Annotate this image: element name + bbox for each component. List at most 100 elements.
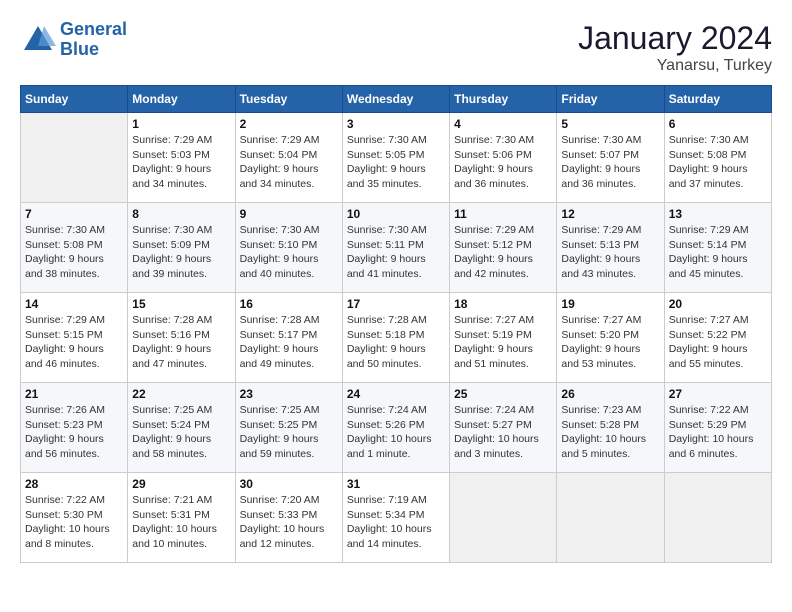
header-row: SundayMondayTuesdayWednesdayThursdayFrid… <box>21 86 772 113</box>
calendar-table: SundayMondayTuesdayWednesdayThursdayFrid… <box>20 85 772 563</box>
day-number: 31 <box>347 477 445 491</box>
day-number: 4 <box>454 117 552 131</box>
day-number: 14 <box>25 297 123 311</box>
weekday-header: Friday <box>557 86 664 113</box>
day-number: 6 <box>669 117 767 131</box>
calendar-cell: 6Sunrise: 7:30 AMSunset: 5:08 PMDaylight… <box>664 113 771 203</box>
day-info: Sunrise: 7:19 AMSunset: 5:34 PMDaylight:… <box>347 493 445 552</box>
day-number: 10 <box>347 207 445 221</box>
day-info: Sunrise: 7:30 AMSunset: 5:06 PMDaylight:… <box>454 133 552 192</box>
day-number: 22 <box>132 387 230 401</box>
weekday-header: Tuesday <box>235 86 342 113</box>
calendar-cell: 22 Sunrise: 7:25 AMSunset: 5:24 PMDayligh… <box>128 383 235 473</box>
calendar-cell: 2 Sunrise: 7:29 AMSunset: 5:04 PMDaylight… <box>235 113 342 203</box>
logo-icon <box>20 22 56 58</box>
calendar-week-row: 14 Sunrise: 7:29 AMSunset: 5:15 PMDayligh… <box>21 293 772 383</box>
day-info: Sunrise: 7:26 AMSunset: 5:23 PMDaylight:… <box>25 403 123 462</box>
day-info: Sunrise: 7:24 AMSunset: 5:27 PMDaylight:… <box>454 403 552 462</box>
calendar-cell <box>450 473 557 563</box>
calendar-cell: 25 Sunrise: 7:24 AMSunset: 5:27 PMDayligh… <box>450 383 557 473</box>
day-info: Sunrise: 7:29 AMSunset: 5:12 PMDaylight:… <box>454 223 552 282</box>
day-info: Sunrise: 7:28 AMSunset: 5:16 PMDaylight:… <box>132 313 230 372</box>
day-number: 8 <box>132 207 230 221</box>
day-info: Sunrise: 7:27 AMSunset: 5:19 PMDaylight:… <box>454 313 552 372</box>
day-info: Sunrise: 7:30 AMSunset: 5:10 PMDaylight:… <box>240 223 338 282</box>
calendar-cell: 4 Sunrise: 7:30 AMSunset: 5:06 PMDaylight… <box>450 113 557 203</box>
calendar-cell: 11 Sunrise: 7:29 AMSunset: 5:12 PMDayligh… <box>450 203 557 293</box>
weekday-header: Monday <box>128 86 235 113</box>
day-info: Sunrise: 7:23 AMSunset: 5:28 PMDaylight:… <box>561 403 659 462</box>
day-number: 20 <box>669 297 767 311</box>
day-number: 13 <box>669 207 767 221</box>
day-number: 27 <box>669 387 767 401</box>
weekday-header: Sunday <box>21 86 128 113</box>
day-number: 29 <box>132 477 230 491</box>
calendar-cell: 3 Sunrise: 7:30 AMSunset: 5:05 PMDaylight… <box>342 113 449 203</box>
day-number: 26 <box>561 387 659 401</box>
logo: General Blue <box>20 20 127 60</box>
calendar-week-row: 28 Sunrise: 7:22 AMSunset: 5:30 PMDayligh… <box>21 473 772 563</box>
day-number: 16 <box>240 297 338 311</box>
day-info: Sunrise: 7:29 AMSunset: 5:04 PMDaylight:… <box>240 133 338 192</box>
calendar-cell: 17Sunrise: 7:28 AMSunset: 5:18 PMDayligh… <box>342 293 449 383</box>
calendar-cell: 18 Sunrise: 7:27 AMSunset: 5:19 PMDayligh… <box>450 293 557 383</box>
calendar-week-row: 7Sunrise: 7:30 AMSunset: 5:08 PMDaylight… <box>21 203 772 293</box>
day-info: Sunrise: 7:21 AMSunset: 5:31 PMDaylight:… <box>132 493 230 552</box>
day-number: 18 <box>454 297 552 311</box>
day-info: Sunrise: 7:28 AMSunset: 5:17 PMDaylight:… <box>240 313 338 372</box>
day-number: 28 <box>25 477 123 491</box>
day-info: Sunrise: 7:29 AMSunset: 5:13 PMDaylight:… <box>561 223 659 282</box>
calendar-cell: 7Sunrise: 7:30 AMSunset: 5:08 PMDaylight… <box>21 203 128 293</box>
day-info: Sunrise: 7:27 AMSunset: 5:20 PMDaylight:… <box>561 313 659 372</box>
calendar-cell: 16 Sunrise: 7:28 AMSunset: 5:17 PMDayligh… <box>235 293 342 383</box>
day-info: Sunrise: 7:30 AMSunset: 5:07 PMDaylight:… <box>561 133 659 192</box>
day-number: 25 <box>454 387 552 401</box>
calendar-cell: 20Sunrise: 7:27 AMSunset: 5:22 PMDayligh… <box>664 293 771 383</box>
day-info: Sunrise: 7:30 AMSunset: 5:09 PMDaylight:… <box>132 223 230 282</box>
day-number: 11 <box>454 207 552 221</box>
day-info: Sunrise: 7:30 AMSunset: 5:05 PMDaylight:… <box>347 133 445 192</box>
calendar-cell: 23Sunrise: 7:25 AMSunset: 5:25 PMDayligh… <box>235 383 342 473</box>
calendar-cell: 5 Sunrise: 7:30 AMSunset: 5:07 PMDaylight… <box>557 113 664 203</box>
calendar-cell: 10 Sunrise: 7:30 AMSunset: 5:11 PMDayligh… <box>342 203 449 293</box>
calendar-cell: 12Sunrise: 7:29 AMSunset: 5:13 PMDayligh… <box>557 203 664 293</box>
calendar-cell <box>664 473 771 563</box>
weekday-header: Thursday <box>450 86 557 113</box>
weekday-header: Saturday <box>664 86 771 113</box>
day-number: 2 <box>240 117 338 131</box>
day-info: Sunrise: 7:24 AMSunset: 5:26 PMDaylight:… <box>347 403 445 462</box>
day-number: 5 <box>561 117 659 131</box>
calendar-cell: 30Sunrise: 7:20 AMSunset: 5:33 PMDayligh… <box>235 473 342 563</box>
day-number: 9 <box>240 207 338 221</box>
day-number: 1 <box>132 117 230 131</box>
day-info: Sunrise: 7:22 AMSunset: 5:30 PMDaylight:… <box>25 493 123 552</box>
day-info: Sunrise: 7:30 AMSunset: 5:11 PMDaylight:… <box>347 223 445 282</box>
calendar-week-row: 21 Sunrise: 7:26 AMSunset: 5:23 PMDayligh… <box>21 383 772 473</box>
logo-text: General Blue <box>60 20 127 60</box>
page-header: General Blue January 2024 Yanarsu, Turke… <box>20 20 772 75</box>
day-info: Sunrise: 7:29 AMSunset: 5:14 PMDaylight:… <box>669 223 767 282</box>
calendar-cell: 8 Sunrise: 7:30 AMSunset: 5:09 PMDaylight… <box>128 203 235 293</box>
day-number: 21 <box>25 387 123 401</box>
calendar-cell: 14 Sunrise: 7:29 AMSunset: 5:15 PMDayligh… <box>21 293 128 383</box>
day-number: 19 <box>561 297 659 311</box>
calendar-cell: 9 Sunrise: 7:30 AMSunset: 5:10 PMDaylight… <box>235 203 342 293</box>
calendar-cell: 27 Sunrise: 7:22 AMSunset: 5:29 PMDayligh… <box>664 383 771 473</box>
calendar-cell <box>557 473 664 563</box>
calendar-cell: 28 Sunrise: 7:22 AMSunset: 5:30 PMDayligh… <box>21 473 128 563</box>
day-number: 7 <box>25 207 123 221</box>
day-info: Sunrise: 7:25 AMSunset: 5:25 PMDaylight:… <box>240 403 338 462</box>
calendar-cell: 15Sunrise: 7:28 AMSunset: 5:16 PMDayligh… <box>128 293 235 383</box>
calendar-cell: 19 Sunrise: 7:27 AMSunset: 5:20 PMDayligh… <box>557 293 664 383</box>
day-number: 17 <box>347 297 445 311</box>
calendar-title: January 2024 <box>578 20 772 57</box>
day-number: 30 <box>240 477 338 491</box>
calendar-cell: 24Sunrise: 7:24 AMSunset: 5:26 PMDayligh… <box>342 383 449 473</box>
calendar-cell: 29 Sunrise: 7:21 AMSunset: 5:31 PMDayligh… <box>128 473 235 563</box>
calendar-cell: 26 Sunrise: 7:23 AMSunset: 5:28 PMDayligh… <box>557 383 664 473</box>
day-number: 3 <box>347 117 445 131</box>
day-info: Sunrise: 7:22 AMSunset: 5:29 PMDaylight:… <box>669 403 767 462</box>
day-info: Sunrise: 7:29 AMSunset: 5:15 PMDaylight:… <box>25 313 123 372</box>
day-info: Sunrise: 7:25 AMSunset: 5:24 PMDaylight:… <box>132 403 230 462</box>
day-info: Sunrise: 7:29 AMSunset: 5:03 PMDaylight:… <box>132 133 230 192</box>
